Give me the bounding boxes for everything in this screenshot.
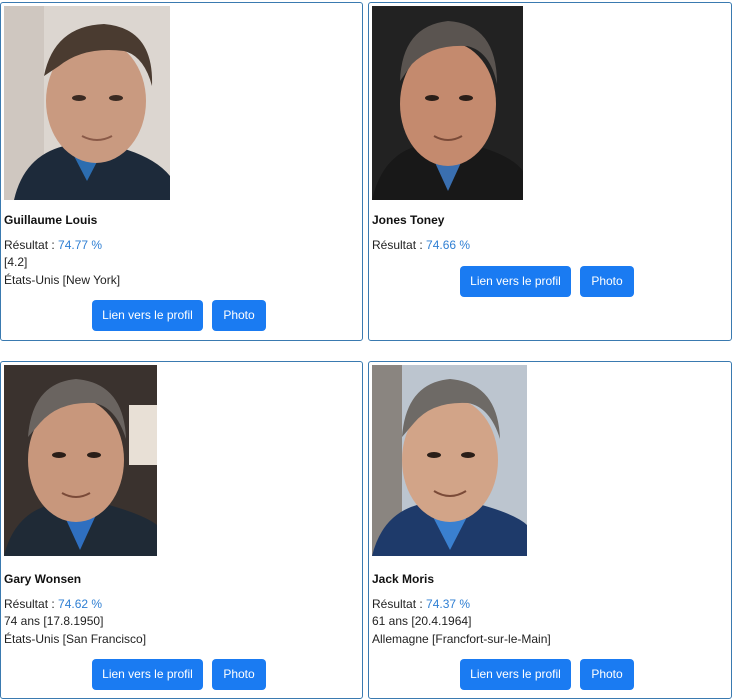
person-name: Gary Wonsen bbox=[4, 572, 82, 586]
person-name: Jones Toney bbox=[372, 213, 445, 227]
profile-link-button[interactable]: Lien vers le profil bbox=[92, 659, 203, 690]
score-line: Résultat : 74.66 % bbox=[372, 238, 470, 252]
info-line: [4.2] bbox=[4, 255, 28, 269]
info-line: 74 ans [17.8.1950] bbox=[4, 614, 104, 628]
info-line: États-Unis [San Francisco] bbox=[4, 632, 147, 646]
score-label: Résultat : bbox=[372, 238, 427, 252]
person-photo bbox=[372, 6, 523, 200]
person-name: Guillaume Louis bbox=[4, 213, 98, 227]
profile-link-button[interactable]: Lien vers le profil bbox=[460, 659, 571, 690]
score-label: Résultat : bbox=[4, 597, 59, 611]
score-value: 74.77 % bbox=[58, 238, 103, 252]
score-line: Résultat : 74.77 % bbox=[4, 238, 102, 252]
person-photo bbox=[372, 365, 527, 556]
score-value: 74.37 % bbox=[426, 597, 471, 611]
score-label: Résultat : bbox=[4, 238, 59, 252]
person-photo bbox=[4, 365, 157, 556]
result-card: Jones Toney Résultat : 74.66 % Lien vers… bbox=[368, 2, 732, 341]
score-label: Résultat : bbox=[372, 597, 427, 611]
score-line: Résultat : 74.62 % bbox=[4, 597, 102, 611]
info-line: États-Unis [New York] bbox=[4, 273, 121, 287]
photo-button[interactable]: Photo bbox=[212, 300, 266, 331]
person-name: Jack Moris bbox=[372, 572, 435, 586]
photo-button[interactable]: Photo bbox=[212, 659, 266, 690]
person-photo bbox=[4, 6, 170, 200]
result-card: Jack Moris Résultat : 74.37 % 61 ans [20… bbox=[368, 361, 732, 699]
score-line: Résultat : 74.37 % bbox=[372, 597, 470, 611]
result-card: Guillaume Louis Résultat : 74.77 % [4.2]… bbox=[0, 2, 363, 341]
photo-button[interactable]: Photo bbox=[580, 659, 634, 690]
info-line: 61 ans [20.4.1964] bbox=[372, 614, 472, 628]
info-line: Allemagne [Francfort-sur-le-Main] bbox=[372, 632, 551, 646]
score-value: 74.66 % bbox=[426, 238, 471, 252]
photo-button[interactable]: Photo bbox=[580, 266, 634, 297]
profile-link-button[interactable]: Lien vers le profil bbox=[92, 300, 203, 331]
profile-link-button[interactable]: Lien vers le profil bbox=[460, 266, 571, 297]
result-card: Gary Wonsen Résultat : 74.62 % 74 ans [1… bbox=[0, 361, 363, 699]
score-value: 74.62 % bbox=[58, 597, 103, 611]
